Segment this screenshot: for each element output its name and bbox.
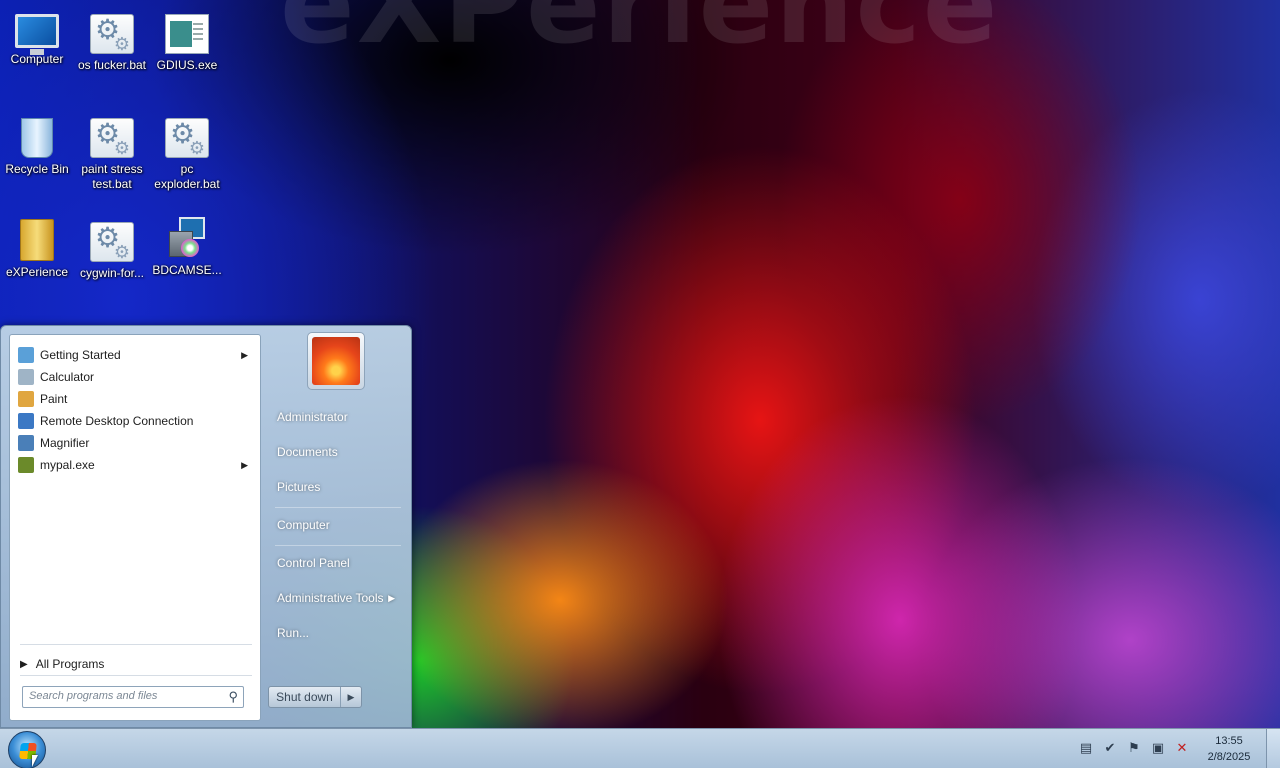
desktop-icon-label: pc exploder.bat [154,162,220,191]
shutdown-button[interactable]: Shut down [269,687,341,707]
search-input[interactable]: Search programs and files ⚲ [22,686,244,708]
link-pictures[interactable]: Pictures [271,474,405,500]
separator [275,507,401,508]
submenu-arrow-icon: ▶ [388,593,395,603]
start-menu-links-pane: Administrator Documents Pictures Compute… [263,326,411,729]
desktop-icon-paint-stress-test-bat[interactable]: paint stress test.bat [75,114,149,192]
desktop-icon-label: eXPerience [5,265,69,279]
link-label: Documents [277,445,338,459]
magnifier-icon [18,435,34,451]
submenu-arrow-icon: ▶ [241,349,248,360]
all-programs-label: All Programs [35,657,105,671]
calculator-icon [18,369,34,385]
desktop-icon-bdcamse[interactable]: BDCAMSE... [150,214,224,278]
batch-file-icon [90,221,134,263]
recycle-bin-icon [21,118,53,158]
program-label: Magnifier [40,436,90,450]
shutdown-options-arrow-icon[interactable]: ▶ [341,687,361,707]
clock-date: 2/8/2025 [1207,751,1251,763]
flower-picture-icon [312,337,360,385]
program-label: Calculator [40,370,95,384]
paint-icon [18,391,34,407]
batch-file-icon [90,13,134,55]
network-icon[interactable]: ▣ [1150,741,1166,757]
remote-desktop-icon [18,413,34,429]
desktop-icon-pc-exploder-bat[interactable]: pc exploder.bat [150,114,224,192]
desktop-icon-computer[interactable]: Computer [0,10,74,67]
show-desktop-button[interactable] [1266,729,1280,768]
link-control-panel[interactable]: Control Panel [271,550,405,576]
start-menu: Getting Started ▶ Calculator Paint Remot… [0,325,412,728]
batch-file-icon [90,117,134,159]
program-label: Getting Started [40,348,121,362]
security-icon[interactable]: ✔ [1102,741,1118,757]
desktop-icon-experience[interactable]: eXPerience [0,216,74,280]
shutdown-button-group: Shut down ▶ [268,686,362,708]
link-run[interactable]: Run... [271,620,405,646]
program-magnifier[interactable]: Magnifier [14,432,258,454]
program-calculator[interactable]: Calculator [14,366,258,388]
desktop-icon-recycle-bin[interactable]: Recycle Bin [0,114,74,177]
link-administrative-tools[interactable]: Administrative Tools ▶ [271,585,405,611]
notes-icon[interactable]: ▤ [1078,741,1094,757]
mouse-cursor-icon [32,755,38,767]
triangle-right-icon: ▶ [20,658,28,670]
volume-muted-icon[interactable]: ✕ [1174,741,1190,757]
submenu-arrow-icon: ▶ [241,459,248,470]
link-administrator[interactable]: Administrator [271,404,405,430]
system-clock[interactable]: 13:55 2/8/2025 [1200,733,1258,765]
program-label: Remote Desktop Connection [40,414,194,428]
separator [275,545,401,546]
link-computer[interactable]: Computer [271,512,405,538]
program-remote-desktop[interactable]: Remote Desktop Connection [14,410,258,432]
desktop-icon-cygwin[interactable]: cygwin-for... [75,218,149,281]
desktop-icon-label: Recycle Bin [5,162,69,176]
search-icon[interactable]: ⚲ [228,689,238,705]
link-documents[interactable]: Documents [271,439,405,465]
user-avatar[interactable] [307,332,365,390]
desktop-icon-gdius-exe[interactable]: GDIUS.exe [150,10,224,73]
link-label: Computer [277,518,330,532]
computer-icon [15,14,59,55]
getting-started-icon [18,347,34,363]
link-label: Pictures [277,480,321,494]
start-menu-programs-pane: Getting Started ▶ Calculator Paint Remot… [9,334,261,721]
mypal-icon [18,457,34,473]
all-programs-button[interactable]: ▶ All Programs [20,657,104,671]
start-button[interactable] [8,731,46,768]
desktop-icon-label: cygwin-for... [79,266,145,280]
search-placeholder: Search programs and files [29,690,158,702]
link-label: Administrator [277,410,348,424]
separator [20,644,252,645]
batch-file-icon [165,117,209,159]
folder-icon [20,219,54,261]
link-label: Control Panel [277,556,350,570]
taskbar: ▤ ✔ ⚑ ▣ ✕ 13:55 2/8/2025 [0,728,1280,768]
program-label: mypal.exe [40,458,95,472]
program-mypal[interactable]: mypal.exe ▶ [14,454,258,476]
link-label: Run... [277,626,310,640]
installer-icon [167,217,207,259]
program-label: Paint [40,392,68,406]
program-paint[interactable]: Paint [14,388,258,410]
desktop-icon-label: GDIUS.exe [156,58,218,72]
wallpaper-watermark: eXPerience [280,0,1000,68]
program-getting-started[interactable]: Getting Started ▶ [14,344,258,366]
separator [20,675,252,676]
desktop-icon-label: paint stress test.bat [81,162,143,191]
clock-time: 13:55 [1215,735,1243,747]
action-center-flag-icon[interactable]: ⚑ [1126,741,1142,757]
link-label: Administrative Tools [277,591,384,605]
desktop-icon-label: BDCAMSE... [152,263,222,277]
desktop-icon-label: os fucker.bat [77,58,147,72]
desktop-icon-os-fucker-bat[interactable]: os fucker.bat [75,10,149,73]
executable-icon [165,14,209,54]
